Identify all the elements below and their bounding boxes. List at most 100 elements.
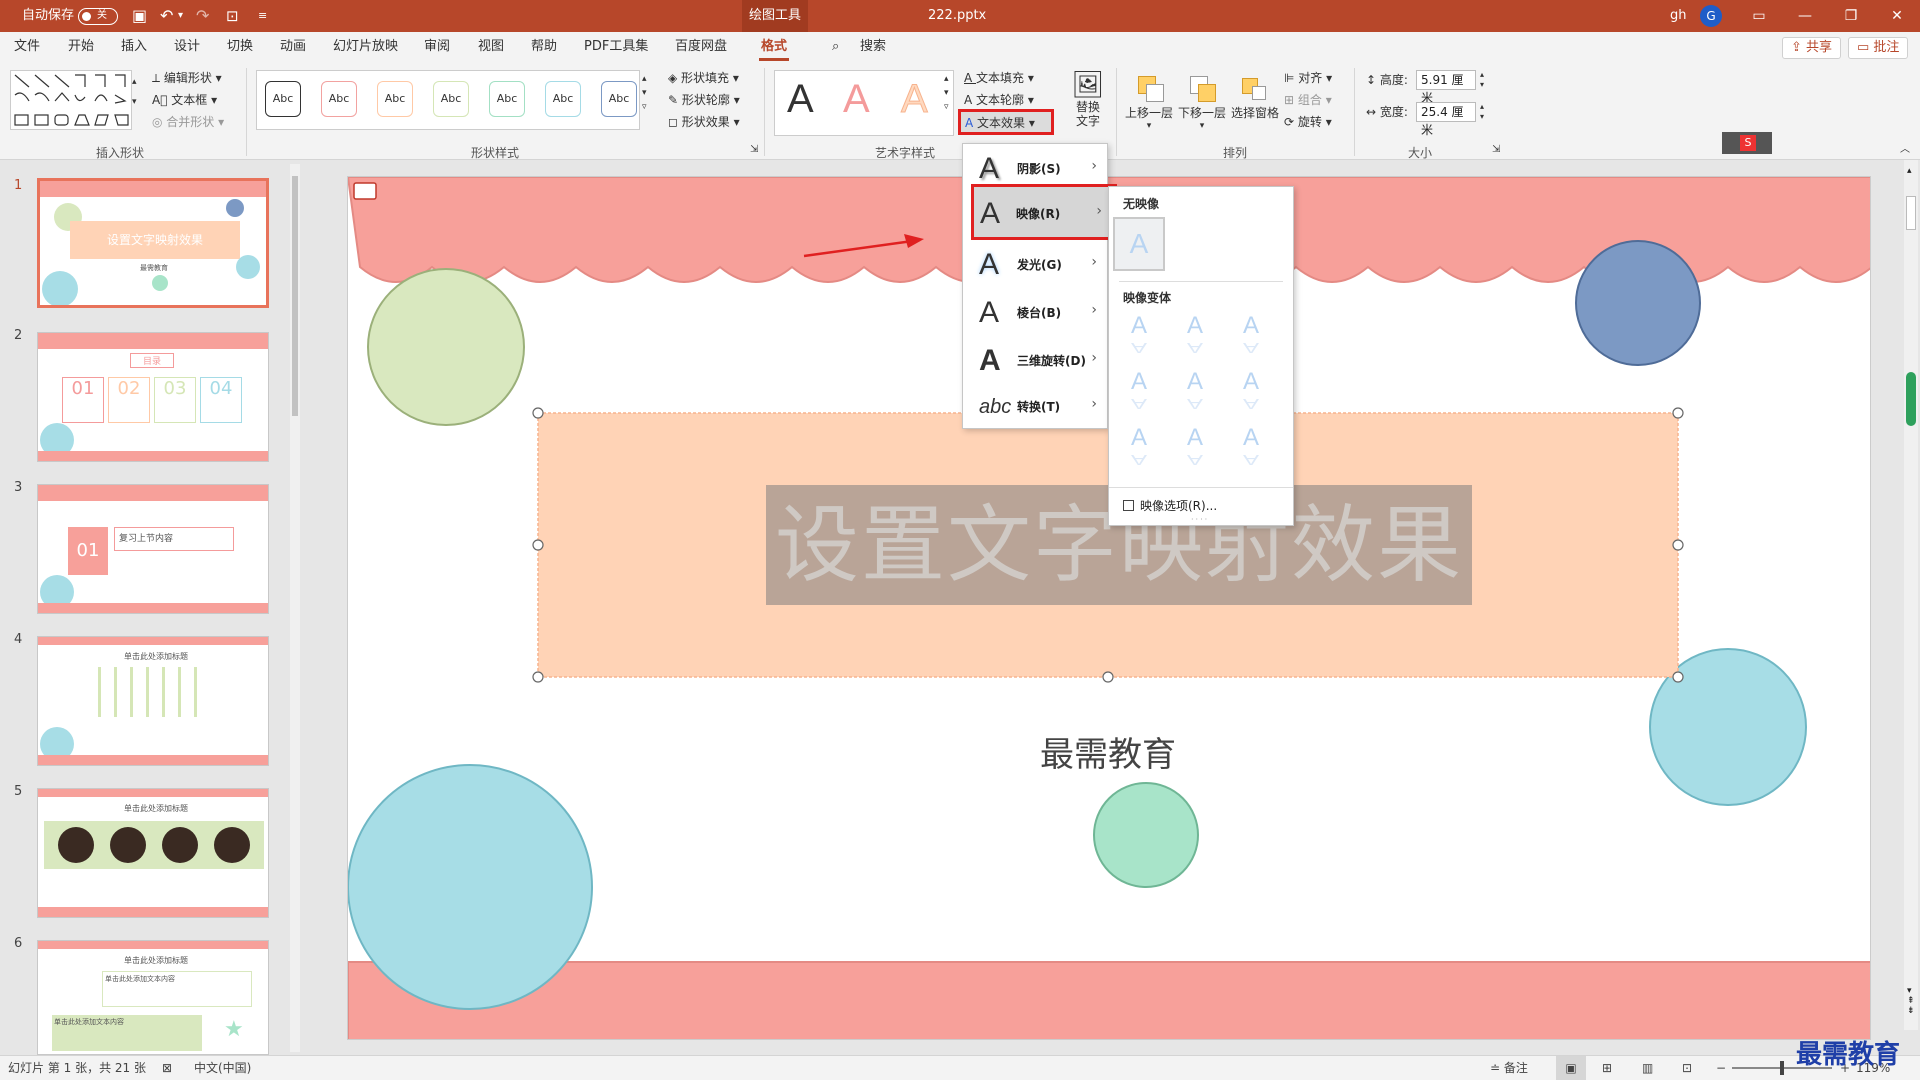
shape-style-7[interactable]: Abc bbox=[601, 81, 637, 117]
shape-style-1[interactable]: Abc bbox=[265, 81, 301, 117]
shape-style-2[interactable]: Abc bbox=[321, 81, 357, 117]
shape-style-6[interactable]: Abc bbox=[545, 81, 581, 117]
language-status[interactable]: 中文(中国) bbox=[194, 1056, 251, 1080]
rotate-button[interactable]: ⟳ 旋转 ▾ bbox=[1284, 112, 1332, 132]
tab-transitions[interactable]: 切换 bbox=[227, 32, 253, 62]
selection-pane-button[interactable]: 选择窗格 bbox=[1230, 70, 1280, 121]
shapes-gallery[interactable] bbox=[10, 70, 132, 130]
notes-button[interactable]: ≐ 备注 bbox=[1490, 1056, 1528, 1080]
slide-thumbnail-4[interactable]: 单击此处添加标题 bbox=[37, 636, 269, 766]
tab-help[interactable]: 帮助 bbox=[531, 32, 557, 62]
thumbnails-scroll-thumb[interactable] bbox=[292, 176, 298, 416]
effect-bevel-item[interactable]: A 棱台(B) › bbox=[963, 290, 1109, 336]
textbox-button[interactable]: A⃞ 文本框 ▾ bbox=[152, 90, 217, 110]
effect-reflection-item[interactable]: A 映像(R) › bbox=[971, 184, 1117, 240]
wordart-gallery[interactable]: A A A bbox=[774, 70, 954, 136]
wordart-more-icon[interactable]: ▴ ▾ ▿ bbox=[944, 72, 949, 112]
no-reflection-option[interactable]: A bbox=[1113, 217, 1165, 271]
customize-toolbar-icon[interactable]: ≡ bbox=[258, 0, 267, 32]
wordart-style-1[interactable]: A bbox=[787, 77, 814, 122]
ribbon-display-icon[interactable]: ▭ bbox=[1736, 0, 1782, 32]
shapes-gallery-scroll-icon[interactable]: ▴ ▾ bbox=[132, 72, 137, 107]
undo-dropdown-icon[interactable]: ▾ bbox=[178, 0, 183, 32]
edit-shape-button[interactable]: ⟂ 编辑形状 ▾ bbox=[152, 68, 222, 88]
reflection-variant-9[interactable]: AA bbox=[1231, 425, 1271, 471]
wordart-style-3[interactable]: A bbox=[901, 77, 929, 122]
bring-forward-button[interactable]: 上移一层 ▾ bbox=[1124, 70, 1174, 131]
normal-view-icon[interactable]: ▣ bbox=[1556, 1056, 1586, 1080]
tab-home[interactable]: 开始 bbox=[68, 32, 94, 62]
accessibility-icon[interactable]: ⊠ bbox=[162, 1056, 172, 1080]
slide-scroll-thumb[interactable] bbox=[1906, 196, 1916, 230]
comment-button[interactable]: ▭ 批注 bbox=[1848, 37, 1909, 59]
effect-3d-rotation-item[interactable]: A 三维旋转(D) › bbox=[963, 338, 1109, 384]
shape-styles-more-icon[interactable]: ▴ ▾ ▿ bbox=[642, 72, 647, 112]
reflection-variant-5[interactable]: AA bbox=[1175, 369, 1215, 415]
wordart-style-2[interactable]: A bbox=[843, 77, 870, 122]
undo-icon[interactable]: ↶ bbox=[160, 0, 173, 32]
shape-style-4[interactable]: Abc bbox=[433, 81, 469, 117]
tab-review[interactable]: 审阅 bbox=[424, 32, 450, 62]
slide-thumbnail-5[interactable]: 单击此处添加标题 bbox=[37, 788, 269, 918]
alt-text-button[interactable]: 🖼 替换文字 bbox=[1066, 70, 1110, 128]
reflection-variant-2[interactable]: AA bbox=[1175, 313, 1215, 359]
autosave-toggle[interactable]: 关 bbox=[78, 8, 118, 25]
size-launcher-icon[interactable]: ⇲ bbox=[1492, 140, 1500, 160]
shape-styles-gallery[interactable]: Abc Abc Abc Abc Abc Abc Abc bbox=[256, 70, 640, 130]
slide-subtitle-text[interactable]: 最需教育 bbox=[1008, 727, 1208, 776]
tab-insert[interactable]: 插入 bbox=[121, 32, 147, 62]
shape-outline-button[interactable]: ✎ 形状轮廓 ▾ bbox=[668, 90, 740, 110]
text-fill-button[interactable]: A 文本填充 ▾ bbox=[964, 68, 1034, 88]
slideshow-view-icon[interactable]: ⊡ bbox=[1682, 1056, 1692, 1080]
ime-toolbar-icon[interactable]: S bbox=[1722, 132, 1772, 154]
tab-file[interactable]: 文件 bbox=[14, 32, 40, 62]
scroll-up-icon[interactable]: ▴ bbox=[1907, 166, 1912, 176]
height-input[interactable]: 5.91 厘米 bbox=[1416, 70, 1476, 105]
scroll-down-icon[interactable]: ▾ ⇞ ⇟ bbox=[1907, 986, 1915, 1016]
reading-view-icon[interactable]: ▥ bbox=[1642, 1056, 1653, 1080]
reflection-variant-8[interactable]: AA bbox=[1175, 425, 1215, 471]
close-icon[interactable]: ✕ bbox=[1874, 0, 1920, 32]
text-effects-button[interactable]: A 文本效果 ▾ bbox=[958, 109, 1054, 135]
tab-view[interactable]: 视图 bbox=[478, 32, 504, 62]
tab-slideshow[interactable]: 幻灯片放映 bbox=[333, 32, 398, 62]
shape-styles-launcher-icon[interactable]: ⇲ bbox=[750, 140, 758, 160]
collapse-ribbon-icon[interactable]: ︿ bbox=[1900, 140, 1910, 160]
slide-sorter-icon[interactable]: ⊞ bbox=[1602, 1056, 1612, 1080]
zoom-slider-thumb[interactable] bbox=[1780, 1061, 1784, 1075]
tab-format[interactable]: 格式 bbox=[758, 32, 790, 62]
shape-style-3[interactable]: Abc bbox=[377, 81, 413, 117]
tab-design[interactable]: 设计 bbox=[174, 32, 200, 62]
reflection-variant-1[interactable]: AA bbox=[1119, 313, 1159, 359]
tab-pdf-tools[interactable]: PDF工具集 bbox=[584, 32, 648, 62]
save-icon[interactable]: ▣ bbox=[132, 0, 147, 32]
thumbnails-scrollbar[interactable] bbox=[290, 164, 300, 1052]
search-box[interactable]: 搜索 bbox=[860, 32, 886, 62]
effect-transform-item[interactable]: abc 转换(T) › bbox=[963, 384, 1109, 430]
height-spinner-icon[interactable]: ▴ ▾ bbox=[1480, 70, 1484, 90]
slide-thumbnail-3[interactable]: 01 复习上节内容 bbox=[37, 484, 269, 614]
user-avatar[interactable]: G bbox=[1700, 5, 1722, 27]
align-button[interactable]: ⊫ 对齐 ▾ bbox=[1284, 68, 1332, 88]
slide-scrollbar[interactable]: ▴ ▾ ⇞ ⇟ bbox=[1904, 160, 1918, 1030]
minimize-icon[interactable]: — bbox=[1782, 0, 1828, 32]
width-spinner-icon[interactable]: ▴ ▾ bbox=[1480, 102, 1484, 122]
shape-style-5[interactable]: Abc bbox=[489, 81, 525, 117]
present-icon[interactable]: ⊡ bbox=[226, 0, 239, 32]
tab-animations[interactable]: 动画 bbox=[280, 32, 306, 62]
group-button[interactable]: ⊞ 组合 ▾ bbox=[1284, 90, 1332, 110]
merge-shapes-button[interactable]: ◎ 合并形状 ▾ bbox=[152, 112, 224, 132]
reflection-variant-6[interactable]: AA bbox=[1231, 369, 1271, 415]
reflection-variant-3[interactable]: AA bbox=[1231, 313, 1271, 359]
slide-thumbnail-2[interactable]: 目录 01 02 03 04 bbox=[37, 332, 269, 462]
search-icon[interactable]: ⌕ bbox=[832, 32, 839, 62]
redo-icon[interactable]: ↷ bbox=[196, 0, 209, 32]
reflection-variant-4[interactable]: AA bbox=[1119, 369, 1159, 415]
reflection-options-item[interactable]: 映像选项(R)... bbox=[1123, 497, 1217, 514]
width-input[interactable]: 25.4 厘米 bbox=[1416, 102, 1476, 137]
slide-thumbnail-1[interactable]: 设置文字映射效果 最需教育 bbox=[37, 178, 269, 308]
resize-grip-icon[interactable]: ···· bbox=[1191, 515, 1209, 524]
shape-fill-button[interactable]: ◈ 形状填充 ▾ bbox=[668, 68, 739, 88]
text-outline-button[interactable]: A 文本轮廓 ▾ bbox=[964, 90, 1034, 110]
send-backward-button[interactable]: 下移一层 ▾ bbox=[1176, 70, 1228, 131]
